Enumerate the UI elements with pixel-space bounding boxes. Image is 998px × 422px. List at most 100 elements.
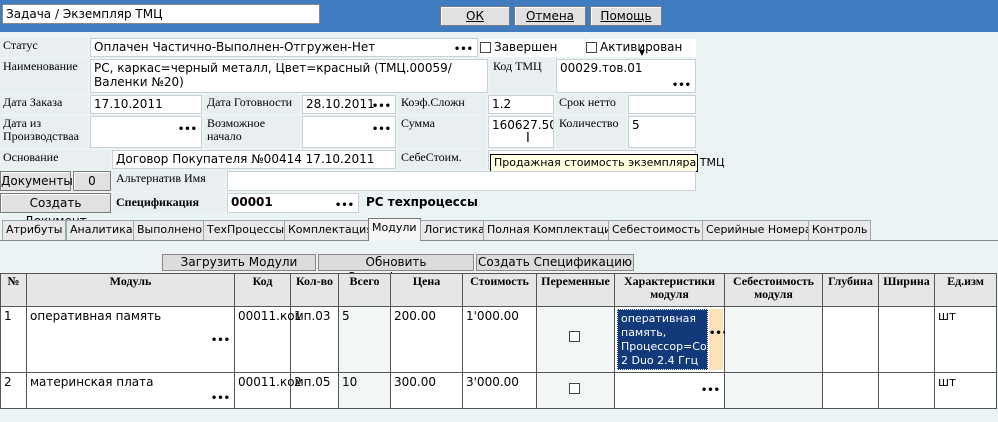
tab-full-assembly[interactable]: Полная Комплектация [483, 220, 622, 240]
variables-cell[interactable] [536, 306, 615, 373]
module-value: материнская плата [30, 375, 154, 389]
table-row[interactable]: 1 оперативная память ••• 00011.комп.03 1 … [0, 306, 997, 373]
tab-analytics[interactable]: Аналитика [66, 220, 137, 240]
variables-checkbox[interactable] [568, 331, 580, 342]
cost-cell[interactable]: 3'000.00 [462, 372, 537, 409]
module-lookup-icon[interactable]: ••• [211, 394, 230, 404]
sum-label: Сумма [398, 116, 486, 148]
characteristics-cell[interactable]: оперативная память, Процессор=Core 2 Duo… [614, 306, 728, 373]
tab-logistics[interactable]: Логистика [420, 220, 489, 240]
col-module-cost[interactable]: Себестоимость модуля [724, 273, 823, 307]
module-cell[interactable]: материнская плата ••• [26, 372, 235, 409]
tab-done[interactable]: Выполнено [133, 220, 207, 240]
ready-date-field[interactable]: 28.10.2011 ••• [302, 95, 396, 114]
completed-check-icon[interactable] [480, 42, 491, 53]
col-cost[interactable]: Стоимость [462, 273, 537, 307]
table-row[interactable]: 2 материнская плата ••• 00011.комп.05 2 1… [0, 372, 997, 409]
name-field[interactable]: PC, каркас=черный металл, Цвет=красный (… [90, 59, 488, 93]
status-lookup-icon[interactable]: ••• [454, 45, 473, 55]
status-field[interactable]: Оплачен Частично-Выполнен-Отгружен-Нет ••… [90, 38, 478, 57]
quantity-field[interactable]: 5 [628, 116, 696, 148]
variables-cell[interactable] [536, 372, 615, 409]
production-date-picker-icon[interactable]: ••• [178, 125, 197, 135]
ready-date-picker-icon[interactable]: ••• [372, 102, 391, 112]
documents-count[interactable]: 0 [73, 171, 111, 191]
window-title: Задача / Экземпляр ТМЦ [2, 4, 320, 24]
possible-start-picker-icon[interactable]: ••• [372, 125, 391, 135]
col-module[interactable]: Модуль [26, 273, 235, 307]
tab-attributes[interactable]: Атрибуты [2, 220, 67, 240]
code-lookup-icon[interactable]: ••• [672, 81, 691, 91]
tab-serial-numbers[interactable]: Серийные Номера [702, 220, 816, 240]
depth-cell[interactable] [822, 306, 879, 373]
modules-table: № Модуль Код Кол-во Всего Цена Стоимость… [0, 273, 997, 409]
help-button[interactable]: Помощь [590, 6, 662, 26]
tab-control[interactable]: Контроль [808, 220, 872, 240]
code-cell[interactable]: 00011.комп.05 [234, 372, 331, 409]
complexity-field[interactable]: 1.2 [488, 95, 554, 114]
unit-cell[interactable]: шт [934, 306, 997, 373]
text-cursor-icon: I [526, 131, 530, 146]
order-date-field[interactable]: 17.10.2011 [90, 95, 202, 114]
create-document-button[interactable]: Создать Документ [0, 193, 111, 228]
status-value: Оплачен Частично-Выполнен-Отгружен-Нет [94, 40, 376, 54]
tab-cost[interactable]: Себестоимость [608, 220, 705, 240]
create-spec-button[interactable]: Создать Спецификацию [476, 254, 634, 271]
unit-cell[interactable]: шт [934, 372, 997, 409]
col-qty[interactable]: Кол-во [290, 273, 339, 307]
cancel-label: Отмена [525, 9, 575, 23]
price-cell[interactable]: 200.00 [390, 306, 463, 373]
table-header: № Модуль Код Кол-во Всего Цена Стоимость… [0, 273, 997, 307]
spec-field[interactable]: 00001 ••• [227, 193, 359, 213]
sum-field[interactable]: 160627.50 [488, 116, 554, 148]
term-field[interactable] [628, 95, 696, 114]
completed-checkbox[interactable]: Завершен [480, 39, 584, 57]
alt-name-field[interactable] [227, 171, 696, 191]
cost-cell[interactable]: 1'000.00 [462, 306, 537, 373]
code-cell[interactable]: 00011.комп.03 [234, 306, 331, 373]
module-lookup-icon[interactable]: ••• [211, 336, 230, 346]
module-cell[interactable]: оперативная память ••• [26, 306, 235, 373]
basis-field[interactable]: Договор Покупателя №00414 17.10.2011 [112, 150, 396, 169]
col-code[interactable]: Код [234, 273, 291, 307]
completed-label: Завершен [494, 40, 558, 54]
width-cell[interactable] [878, 372, 935, 409]
characteristics-cell[interactable]: ••• [614, 372, 725, 409]
refresh-spec-button[interactable]: Обновить Спецификацию [318, 254, 474, 284]
module-value: оперативная память [30, 309, 162, 323]
col-total[interactable]: Всего [338, 273, 391, 307]
code-field[interactable]: 00029.тов.01 ••• [556, 59, 696, 93]
cancel-button[interactable]: Отмена [514, 6, 586, 26]
col-number[interactable]: № [0, 273, 27, 307]
load-modules-button[interactable]: Загрузить Модули [162, 254, 316, 271]
cost-label: СебеСтоим. [398, 150, 486, 169]
possible-start-field[interactable]: ••• [302, 116, 396, 148]
ok-button[interactable]: ОК [440, 6, 510, 26]
col-characteristics[interactable]: Характеристики модуля [614, 273, 725, 307]
characteristics-lookup-icon[interactable]: ••• [709, 309, 728, 370]
complexity-label: Коэф.Сложн [398, 95, 486, 114]
price-cell[interactable]: 300.00 [390, 372, 463, 409]
qty-cell[interactable]: 1 [290, 306, 339, 373]
tab-modules[interactable]: Модули [368, 218, 421, 241]
characteristics-value[interactable]: оперативная память, Процессор=Core 2 Duo… [617, 309, 708, 370]
col-depth[interactable]: Глубина [822, 273, 879, 307]
tab-assembly[interactable]: Комплектация [284, 220, 377, 240]
qty-cell[interactable]: 2 [290, 372, 339, 409]
production-date-field[interactable]: ••• [90, 116, 202, 148]
depth-cell[interactable] [822, 372, 879, 409]
col-width[interactable]: Ширина [878, 273, 935, 307]
characteristics-lookup-icon[interactable]: ••• [701, 386, 720, 396]
col-unit[interactable]: Ед.изм [934, 273, 997, 307]
tab-tech-processes[interactable]: ТехПроцессы [203, 220, 289, 240]
col-price[interactable]: Цена [390, 273, 463, 307]
documents-button[interactable]: Документы [0, 171, 73, 191]
col-variables[interactable]: Переменные [536, 273, 615, 307]
dropdown-arrow-icon: ▼ [638, 48, 646, 57]
spec-lookup-icon[interactable]: ••• [335, 201, 354, 211]
width-cell[interactable] [878, 306, 935, 373]
ok-label: ОК [466, 9, 484, 23]
tab-bar-line [0, 240, 998, 241]
total-cell: 5 [338, 306, 391, 373]
variables-checkbox[interactable] [568, 383, 580, 394]
